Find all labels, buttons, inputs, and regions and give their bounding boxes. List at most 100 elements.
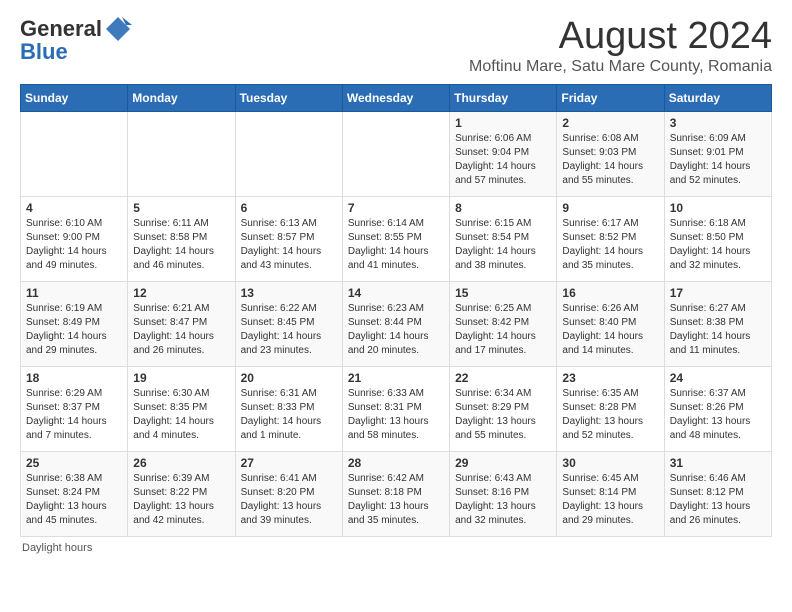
day-info: Sunrise: 6:08 AM Sunset: 9:03 PM Dayligh… [562,132,658,188]
calendar-cell: 6 Sunrise: 6:13 AM Sunset: 8:57 PM Daylig… [235,197,342,282]
day-info: Sunrise: 6:10 AM Sunset: 9:00 PM Dayligh… [26,217,122,273]
day-number: 1 [455,116,551,130]
day-number: 12 [133,286,229,300]
calendar-cell: 26Sunrise: 6:39 AM Sunset: 8:22 PM Dayli… [128,452,235,537]
calendar-cell: 20 Sunrise: 6:31 AM Sunset: 8:33 PM Dayli… [235,367,342,452]
calendar-cell: 17 Sunrise: 6:27 AM Sunset: 8:38 PM Dayli… [664,282,771,367]
day-number: 29 [455,456,551,470]
day-number: 17 [670,286,766,300]
day-info: Sunrise: 6:15 AM Sunset: 8:54 PM Dayligh… [455,217,551,273]
day-info: Sunrise: 6:13 AM Sunset: 8:57 PM Dayligh… [241,217,337,273]
day-info: Sunrise: 6:41 AM Sunset: 8:20 PM Dayligh… [241,472,337,528]
day-info: Sunrise: 6:35 AM Sunset: 8:28 PM Dayligh… [562,387,658,443]
calendar-cell: 31 Sunrise: 6:46 AM Sunset: 8:12 PM Dayli… [664,452,771,537]
calendar-cell: 21Sunrise: 6:33 AM Sunset: 8:31 PM Dayli… [342,367,449,452]
calendar-cell: 13 Sunrise: 6:22 AM Sunset: 8:45 PM Dayli… [235,282,342,367]
day-info: Sunrise: 6:14 AM Sunset: 8:55 PM Dayligh… [348,217,444,273]
day-number: 13 [241,286,337,300]
day-info: Sunrise: 6:17 AM Sunset: 8:52 PM Dayligh… [562,217,658,273]
calendar-cell: 15Sunrise: 6:25 AM Sunset: 8:42 PM Dayli… [450,282,557,367]
day-info: Sunrise: 6:29 AM Sunset: 8:37 PM Dayligh… [26,387,122,443]
day-number: 10 [670,201,766,215]
calendar-cell: 8 Sunrise: 6:15 AM Sunset: 8:54 PM Daylig… [450,197,557,282]
footer-text: Daylight hours [22,542,92,554]
day-number: 22 [455,371,551,385]
header: General Blue August 2024 Moftinu Mare, S… [20,15,772,76]
day-info: Sunrise: 6:23 AM Sunset: 8:44 PM Dayligh… [348,302,444,358]
day-number: 30 [562,456,658,470]
day-of-week-header: Tuesday [235,85,342,112]
day-number: 19 [133,371,229,385]
day-info: Sunrise: 6:42 AM Sunset: 8:18 PM Dayligh… [348,472,444,528]
day-info: Sunrise: 6:21 AM Sunset: 8:47 PM Dayligh… [133,302,229,358]
logo-icon [104,15,132,43]
day-info: Sunrise: 6:22 AM Sunset: 8:45 PM Dayligh… [241,302,337,358]
day-number: 8 [455,201,551,215]
day-of-week-header: Sunday [21,85,128,112]
page: General Blue August 2024 Moftinu Mare, S… [0,0,792,612]
calendar-week-row: 25 Sunrise: 6:38 AM Sunset: 8:24 PM Dayli… [21,452,772,537]
calendar-cell: 27 Sunrise: 6:41 AM Sunset: 8:20 PM Dayli… [235,452,342,537]
calendar-cell: 4Sunrise: 6:10 AM Sunset: 9:00 PM Daylig… [21,197,128,282]
calendar-cell: 3Sunrise: 6:09 AM Sunset: 9:01 PM Daylig… [664,112,771,197]
calendar-cell: 29 Sunrise: 6:43 AM Sunset: 8:16 PM Dayli… [450,452,557,537]
calendar-cell [21,112,128,197]
calendar-cell: 9 Sunrise: 6:17 AM Sunset: 8:52 PM Daylig… [557,197,664,282]
calendar-cell: 25 Sunrise: 6:38 AM Sunset: 8:24 PM Dayli… [21,452,128,537]
day-info: Sunrise: 6:18 AM Sunset: 8:50 PM Dayligh… [670,217,766,273]
day-info: Sunrise: 6:33 AM Sunset: 8:31 PM Dayligh… [348,387,444,443]
day-number: 6 [241,201,337,215]
day-info: Sunrise: 6:27 AM Sunset: 8:38 PM Dayligh… [670,302,766,358]
calendar-cell: 10 Sunrise: 6:18 AM Sunset: 8:50 PM Dayli… [664,197,771,282]
day-number: 24 [670,371,766,385]
calendar-cell: 28 Sunrise: 6:42 AM Sunset: 8:18 PM Dayli… [342,452,449,537]
day-number: 16 [562,286,658,300]
day-info: Sunrise: 6:45 AM Sunset: 8:14 PM Dayligh… [562,472,658,528]
calendar-cell: 19 Sunrise: 6:30 AM Sunset: 8:35 PM Dayli… [128,367,235,452]
calendar-week-row: 11Sunrise: 6:19 AM Sunset: 8:49 PM Dayli… [21,282,772,367]
day-of-week-header: Wednesday [342,85,449,112]
day-number: 20 [241,371,337,385]
calendar-cell [128,112,235,197]
main-title: August 2024 [469,15,772,58]
day-number: 7 [348,201,444,215]
day-of-week-header: Monday [128,85,235,112]
calendar-cell: 22Sunrise: 6:34 AM Sunset: 8:29 PM Dayli… [450,367,557,452]
day-info: Sunrise: 6:43 AM Sunset: 8:16 PM Dayligh… [455,472,551,528]
day-number: 18 [26,371,122,385]
calendar-cell: 1 Sunrise: 6:06 AM Sunset: 9:04 PM Daylig… [450,112,557,197]
calendar-cell: 2 Sunrise: 6:08 AM Sunset: 9:03 PM Daylig… [557,112,664,197]
day-number: 9 [562,201,658,215]
day-number: 25 [26,456,122,470]
day-number: 2 [562,116,658,130]
day-number: 23 [562,371,658,385]
day-number: 5 [133,201,229,215]
day-number: 31 [670,456,766,470]
day-info: Sunrise: 6:46 AM Sunset: 8:12 PM Dayligh… [670,472,766,528]
title-section: August 2024 Moftinu Mare, Satu Mare Coun… [469,15,772,76]
calendar-cell: 14Sunrise: 6:23 AM Sunset: 8:44 PM Dayli… [342,282,449,367]
calendar-cell: 12 Sunrise: 6:21 AM Sunset: 8:47 PM Dayli… [128,282,235,367]
day-info: Sunrise: 6:06 AM Sunset: 9:04 PM Dayligh… [455,132,551,188]
day-info: Sunrise: 6:38 AM Sunset: 8:24 PM Dayligh… [26,472,122,528]
calendar-cell: 30 Sunrise: 6:45 AM Sunset: 8:14 PM Dayli… [557,452,664,537]
day-of-week-header: Thursday [450,85,557,112]
day-number: 11 [26,286,122,300]
calendar-cell: 23 Sunrise: 6:35 AM Sunset: 8:28 PM Dayli… [557,367,664,452]
day-info: Sunrise: 6:30 AM Sunset: 8:35 PM Dayligh… [133,387,229,443]
day-info: Sunrise: 6:26 AM Sunset: 8:40 PM Dayligh… [562,302,658,358]
calendar-week-row: 18 Sunrise: 6:29 AM Sunset: 8:37 PM Dayli… [21,367,772,452]
day-number: 15 [455,286,551,300]
footer: Daylight hours [20,542,772,554]
day-number: 3 [670,116,766,130]
day-info: Sunrise: 6:31 AM Sunset: 8:33 PM Dayligh… [241,387,337,443]
calendar-cell [342,112,449,197]
day-number: 27 [241,456,337,470]
subtitle: Moftinu Mare, Satu Mare County, Romania [469,58,772,76]
day-number: 28 [348,456,444,470]
day-of-week-header: Saturday [664,85,771,112]
calendar-week-row: 1 Sunrise: 6:06 AM Sunset: 9:04 PM Daylig… [21,112,772,197]
calendar-cell: 5Sunrise: 6:11 AM Sunset: 8:58 PM Daylig… [128,197,235,282]
day-number: 26 [133,456,229,470]
calendar-cell: 11Sunrise: 6:19 AM Sunset: 8:49 PM Dayli… [21,282,128,367]
